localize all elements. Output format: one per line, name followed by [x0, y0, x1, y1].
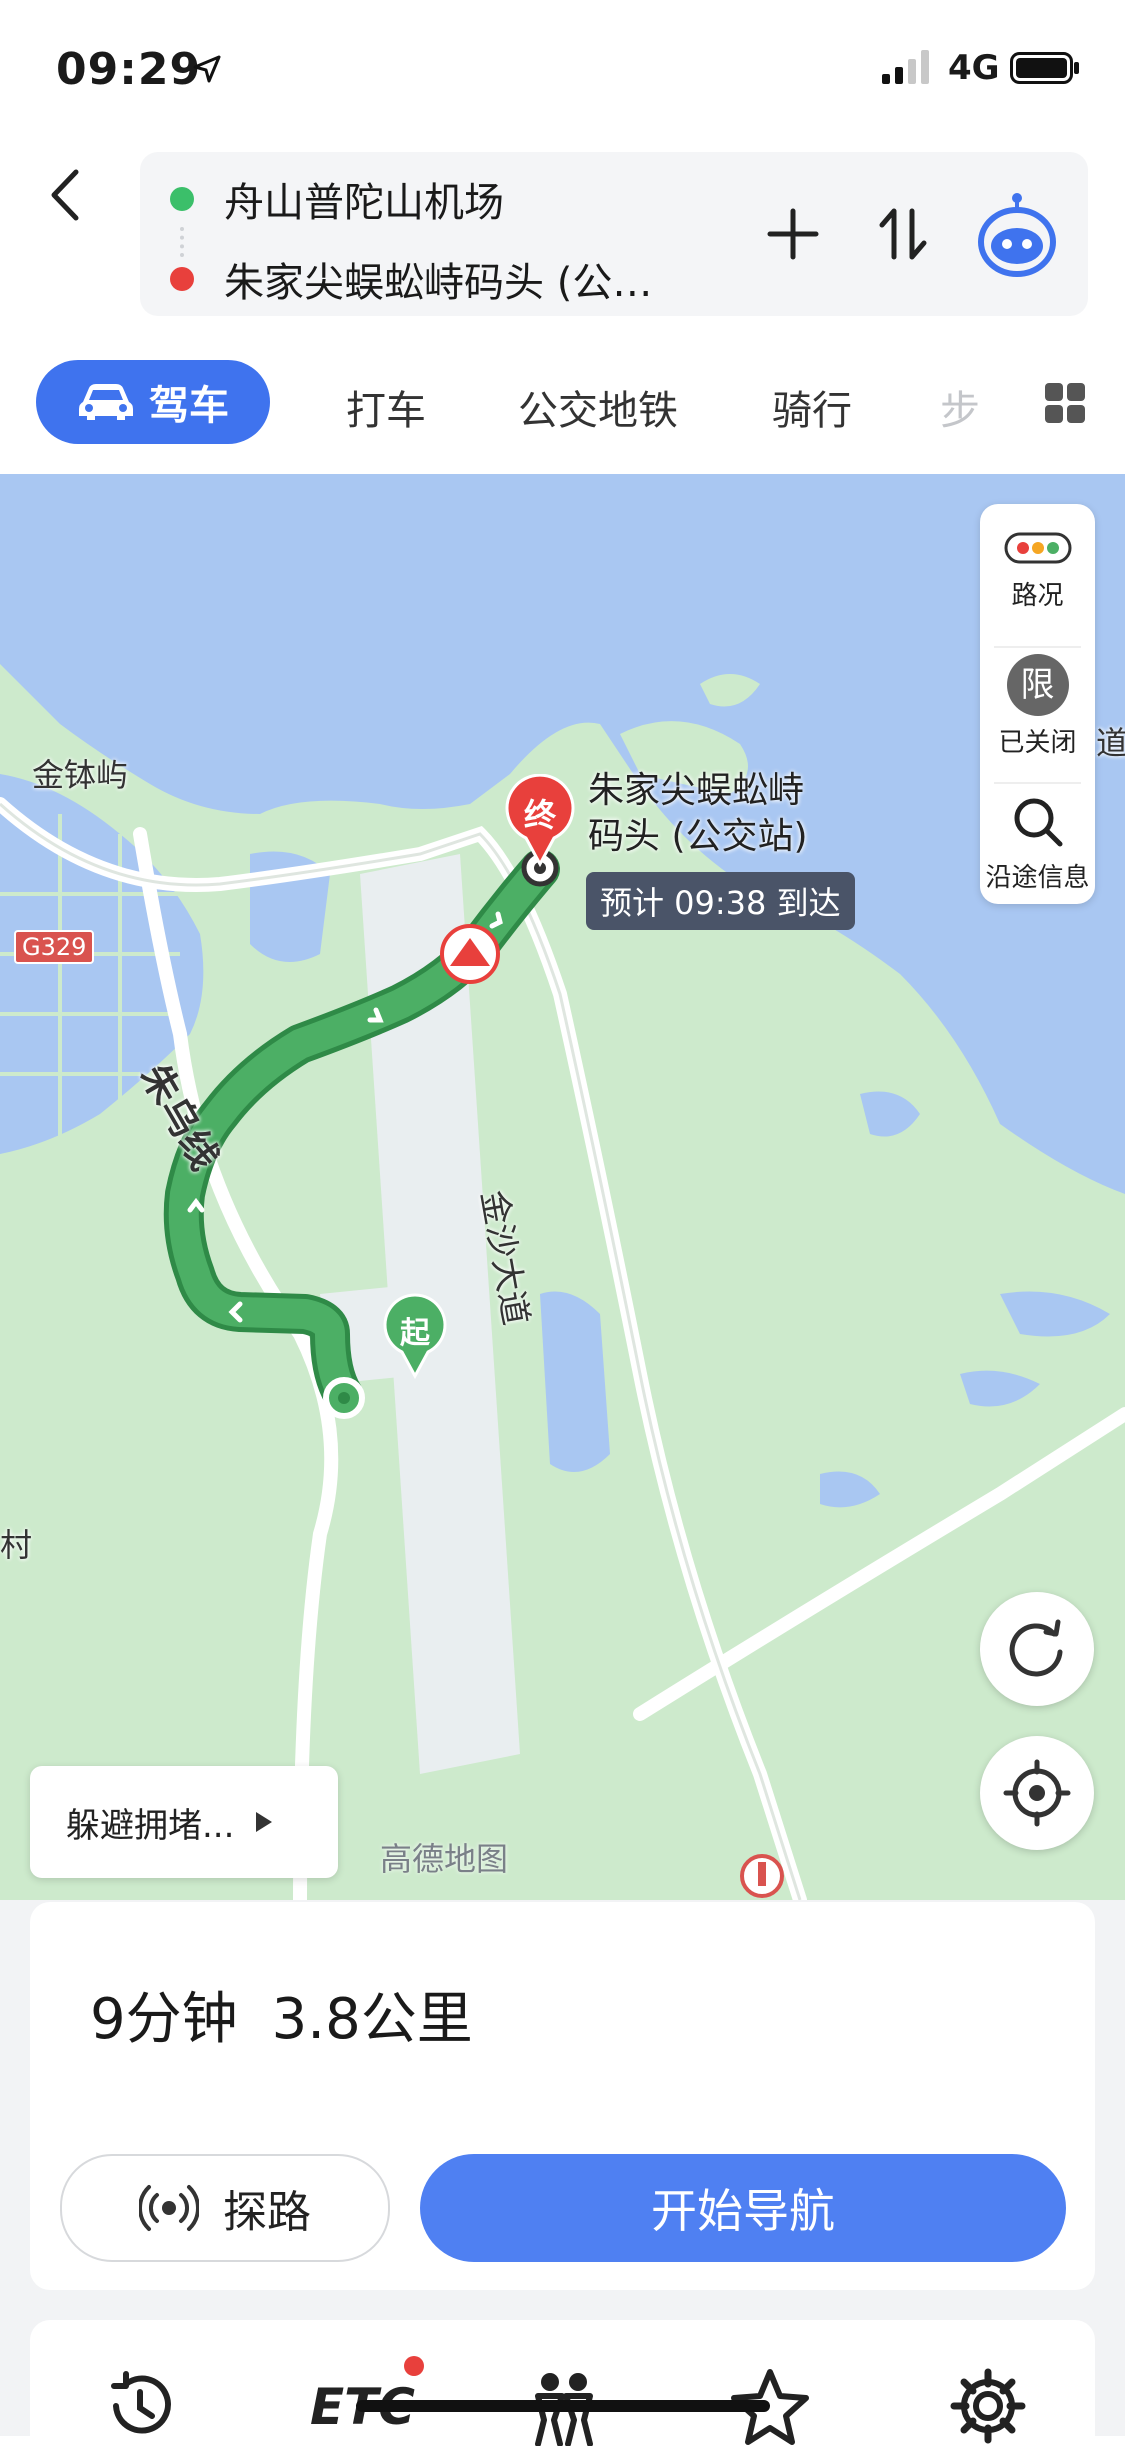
origin-dot-icon: [170, 187, 194, 211]
tab-transit[interactable]: 公交地铁: [518, 378, 678, 436]
route-summary-card: 9分钟 3.8公里 探路 开始导航: [30, 1902, 1095, 2290]
along-route-info[interactable]: 沿途信息: [980, 794, 1095, 894]
radar-signal-icon: [139, 2185, 199, 2231]
destination-label-line2: 码头 (公交站): [588, 816, 808, 857]
map-label-cut-right: 道: [1096, 724, 1125, 762]
notification-dot: [404, 2356, 424, 2376]
map-brand-watermark: 高德地图: [380, 1840, 509, 1878]
map-label-island: 金钵屿: [32, 756, 129, 794]
refresh-button[interactable]: [980, 1592, 1094, 1706]
origin-field[interactable]: 舟山普陀山机场: [170, 164, 504, 234]
along-route-label: 沿途信息: [985, 863, 1090, 893]
traffic-toggle[interactable]: 路况: [980, 528, 1095, 612]
road-badge-g329: G329: [14, 930, 95, 964]
route-duration: 9分钟: [90, 1987, 238, 2052]
start-navigation-label: 开始导航: [651, 2184, 835, 2238]
tab-taxi[interactable]: 打车: [346, 378, 426, 436]
settings-gear-icon[interactable]: [948, 2366, 1028, 2446]
tab-driving[interactable]: 驾车: [36, 360, 270, 444]
status-time: 09:29: [56, 44, 202, 95]
signal-strength-icon: [882, 50, 929, 84]
start-navigation-button[interactable]: 开始导航: [420, 2154, 1066, 2262]
end-marker-label: 终: [523, 796, 556, 834]
map-label-cut-left: 村: [0, 1526, 33, 1564]
restriction-badge-icon: 限: [1006, 654, 1069, 716]
search-icon: [1014, 798, 1062, 847]
avoid-congestion-button[interactable]: 躲避拥堵...: [30, 1766, 338, 1878]
probe-label: 探路: [223, 2187, 311, 2238]
origin-text: 舟山普陀山机场: [224, 180, 504, 226]
status-bar: 09:29 4G: [0, 0, 1125, 140]
traffic-label: 路况: [1011, 581, 1064, 611]
restriction-toggle[interactable]: 限 已关闭: [980, 654, 1095, 759]
location-arrow-icon: [193, 55, 221, 83]
battery-icon: [1010, 52, 1079, 84]
more-modes-grid-icon[interactable]: [1044, 382, 1086, 424]
restriction-label: 已关闭: [998, 728, 1077, 758]
network-type: 4G: [948, 48, 1000, 88]
route-summary: 9分钟 3.8公里: [90, 1974, 507, 2055]
map-canvas: [0, 474, 1125, 1900]
tab-driving-label: 驾车: [149, 383, 229, 429]
add-waypoint-icon[interactable]: [758, 199, 828, 269]
transport-mode-tabs: 驾车 打车 公交地铁 骑行 步: [0, 360, 1125, 450]
destination-label: 朱家尖蜈蚣峙 码头 (公交站): [588, 768, 808, 860]
tab-walking[interactable]: 步: [940, 378, 980, 436]
side-divider: [994, 782, 1081, 784]
side-divider: [994, 646, 1081, 648]
bottom-toolbar: ETC: [30, 2320, 1095, 2460]
traffic-light-icon: [1004, 532, 1071, 564]
back-button[interactable]: [40, 160, 90, 230]
swap-route-icon[interactable]: [868, 199, 938, 269]
probe-button[interactable]: 探路: [60, 2154, 390, 2262]
car-icon: [79, 384, 133, 420]
eta-badge: 预计 09:38 到达: [586, 872, 855, 930]
play-arrow-icon: [256, 1812, 273, 1832]
map-view[interactable]: 起 终 金钵屿 G329 朱乌线 金沙大道 村 道 朱家尖蜈蚣峙 码头 (公交站…: [0, 474, 1125, 1900]
history-clock-icon[interactable]: [100, 2366, 180, 2446]
assistant-avatar-icon[interactable]: [972, 188, 1062, 278]
route-input-box: 舟山普陀山机场 朱家尖蜈蚣峙码头 (公…: [140, 152, 1088, 316]
destination-label-line1: 朱家尖蜈蚣峙: [588, 770, 805, 811]
locate-button[interactable]: [980, 1736, 1094, 1850]
route-distance: 3.8公里: [271, 1987, 473, 2052]
avoid-congestion-label: 躲避拥堵...: [66, 1805, 235, 1846]
destination-dot-icon: [170, 267, 194, 291]
refresh-icon: [1009, 1619, 1063, 1677]
start-marker-label: 起: [400, 1316, 430, 1351]
tab-cycling[interactable]: 骑行: [772, 378, 852, 436]
destination-text: 朱家尖蜈蚣峙码头 (公…: [224, 260, 653, 306]
map-side-panel: 路况 限 已关闭 沿途信息: [980, 504, 1095, 904]
home-indicator: [356, 2400, 770, 2412]
destination-field[interactable]: 朱家尖蜈蚣峙码头 (公…: [170, 244, 652, 314]
locate-crosshair-icon: [1003, 1759, 1071, 1827]
